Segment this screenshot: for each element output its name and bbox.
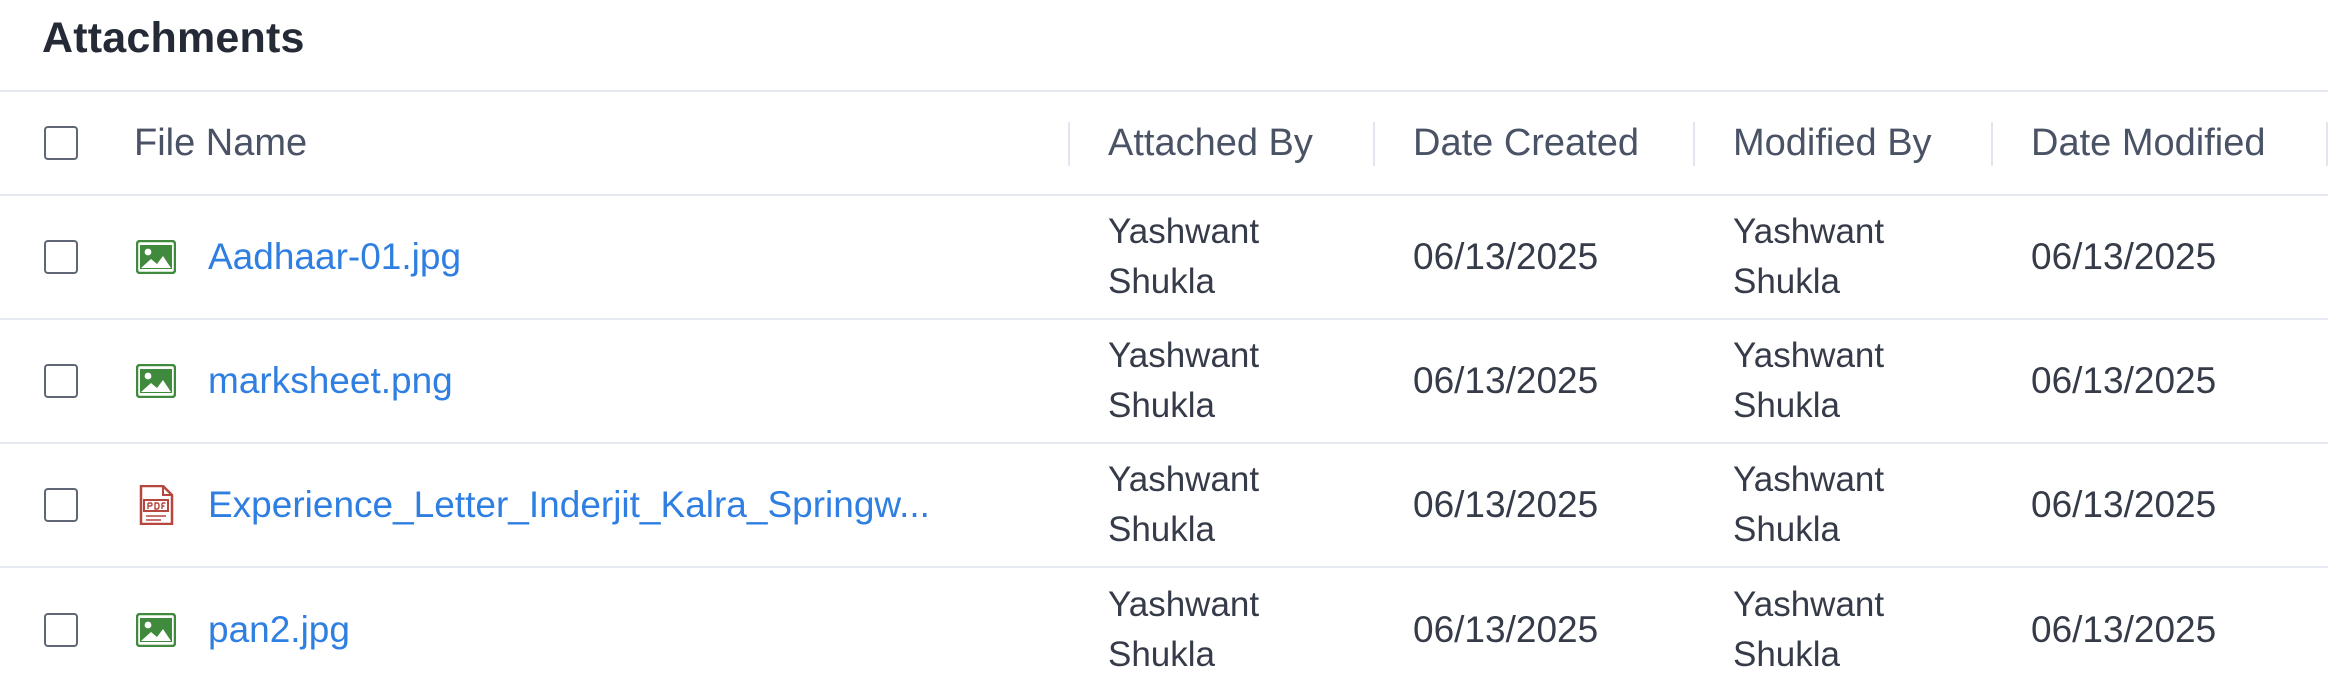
modified-by-last-name: Shukla bbox=[1733, 386, 1841, 425]
table-row[interactable]: Experience_Letter_Inderjit_Kalra_Springw… bbox=[0, 443, 2328, 567]
attached-by-last-name: Shukla bbox=[1108, 386, 1216, 425]
date-created-value: 06/13/2025 bbox=[1413, 360, 1599, 401]
attachments-table: File Name Attached By Date Created Modif… bbox=[0, 92, 2328, 691]
modified-by-last-name: Shukla bbox=[1733, 510, 1841, 549]
modified-by-last-name: Shukla bbox=[1733, 634, 1841, 674]
date-created-value: 06/13/2025 bbox=[1413, 484, 1599, 525]
row-select-cell bbox=[0, 319, 126, 443]
date-created-value: 06/13/2025 bbox=[1413, 236, 1599, 277]
attached-by-cell: Yashwant Shukla bbox=[1070, 319, 1375, 443]
image-file-icon bbox=[134, 610, 178, 650]
column-header-file-name[interactable]: File Name bbox=[126, 92, 1070, 195]
row-checkbox[interactable] bbox=[44, 364, 78, 398]
date-created-cell: 06/13/2025 bbox=[1375, 567, 1695, 691]
panel-title: Attachments bbox=[42, 14, 305, 62]
modified-by-first-name: Yashwant bbox=[1733, 584, 1885, 624]
file-name-cell: marksheet.png bbox=[126, 319, 1070, 443]
file-link[interactable]: Experience_Letter_Inderjit_Kalra_Springw… bbox=[208, 484, 930, 526]
file-name-cell: Aadhaar-01.jpg bbox=[126, 195, 1070, 319]
row-checkbox[interactable] bbox=[44, 612, 78, 647]
modified-by-first-name: Yashwant bbox=[1733, 460, 1885, 499]
date-modified-cell: 06/13/2025 bbox=[1993, 443, 2328, 567]
date-created-cell: 06/13/2025 bbox=[1375, 319, 1695, 443]
date-created-cell: 06/13/2025 bbox=[1375, 195, 1695, 319]
date-modified-value: 06/13/2025 bbox=[2031, 360, 2217, 401]
column-header-label: Date Created bbox=[1413, 121, 1640, 164]
row-select-cell bbox=[0, 195, 126, 319]
file-link[interactable]: marksheet.png bbox=[208, 360, 453, 402]
modified-by-cell: Yashwant Shukla bbox=[1695, 319, 1993, 443]
column-header-date-modified[interactable]: Date Modified bbox=[1993, 92, 2328, 195]
attached-by-cell: Yashwant Shukla bbox=[1070, 567, 1375, 691]
column-header-attached-by[interactable]: Attached By bbox=[1070, 92, 1375, 195]
table-header-row: File Name Attached By Date Created Modif… bbox=[0, 92, 2328, 195]
column-header-label: File Name bbox=[134, 121, 308, 164]
attached-by-cell: Yashwant Shukla bbox=[1070, 195, 1375, 319]
image-file-icon bbox=[134, 237, 178, 277]
date-modified-value: 06/13/2025 bbox=[2031, 236, 2217, 277]
modified-by-first-name: Yashwant bbox=[1733, 336, 1885, 375]
column-header-label: Date Modified bbox=[2031, 121, 2266, 164]
row-checkbox[interactable] bbox=[44, 240, 78, 274]
select-all-checkbox[interactable] bbox=[44, 126, 78, 160]
header-select-cell bbox=[0, 92, 126, 195]
date-modified-value: 06/13/2025 bbox=[2031, 608, 2217, 650]
attached-by-first-name: Yashwant bbox=[1108, 336, 1260, 375]
modified-by-first-name: Yashwant bbox=[1733, 212, 1885, 251]
date-created-value: 06/13/2025 bbox=[1413, 608, 1599, 650]
column-header-date-created[interactable]: Date Created bbox=[1375, 92, 1695, 195]
attached-by-last-name: Shukla bbox=[1108, 634, 1216, 674]
attached-by-first-name: Yashwant bbox=[1108, 460, 1260, 499]
date-modified-cell: 06/13/2025 bbox=[1993, 319, 2328, 443]
attached-by-first-name: Yashwant bbox=[1108, 584, 1260, 624]
file-link[interactable]: pan2.jpg bbox=[208, 609, 350, 651]
column-header-label: Attached By bbox=[1108, 121, 1313, 164]
modified-by-cell: Yashwant Shukla bbox=[1695, 195, 1993, 319]
date-modified-cell: 06/13/2025 bbox=[1993, 567, 2328, 691]
modified-by-cell: Yashwant Shukla bbox=[1695, 443, 1993, 567]
date-modified-value: 06/13/2025 bbox=[2031, 484, 2217, 525]
file-name-cell: Experience_Letter_Inderjit_Kalra_Springw… bbox=[126, 443, 1070, 567]
table-row[interactable]: pan2.jpg Yashwant Shukla 06/13/2025 Yashw… bbox=[0, 567, 2328, 691]
row-select-cell bbox=[0, 443, 126, 567]
row-checkbox[interactable] bbox=[44, 488, 78, 522]
file-name-cell: pan2.jpg bbox=[126, 567, 1070, 691]
table-row[interactable]: marksheet.png Yashwant Shukla 06/13/2025 … bbox=[0, 319, 2328, 443]
row-select-cell bbox=[0, 567, 126, 691]
attachments-panel: Attachments File Name Attached By Date C… bbox=[0, 0, 2328, 694]
attached-by-cell: Yashwant Shukla bbox=[1070, 443, 1375, 567]
modified-by-cell: Yashwant Shukla bbox=[1695, 567, 1993, 691]
file-link[interactable]: Aadhaar-01.jpg bbox=[208, 236, 461, 278]
date-modified-cell: 06/13/2025 bbox=[1993, 195, 2328, 319]
image-file-icon bbox=[134, 361, 178, 401]
modified-by-last-name: Shukla bbox=[1733, 262, 1841, 301]
date-created-cell: 06/13/2025 bbox=[1375, 443, 1695, 567]
column-header-modified-by[interactable]: Modified By bbox=[1695, 92, 1993, 195]
pdf-file-icon bbox=[134, 485, 178, 525]
attached-by-last-name: Shukla bbox=[1108, 510, 1216, 549]
attached-by-last-name: Shukla bbox=[1108, 262, 1216, 301]
column-header-label: Modified By bbox=[1733, 121, 1932, 164]
table-row[interactable]: Aadhaar-01.jpg Yashwant Shukla 06/13/2025… bbox=[0, 195, 2328, 319]
attached-by-first-name: Yashwant bbox=[1108, 212, 1260, 251]
